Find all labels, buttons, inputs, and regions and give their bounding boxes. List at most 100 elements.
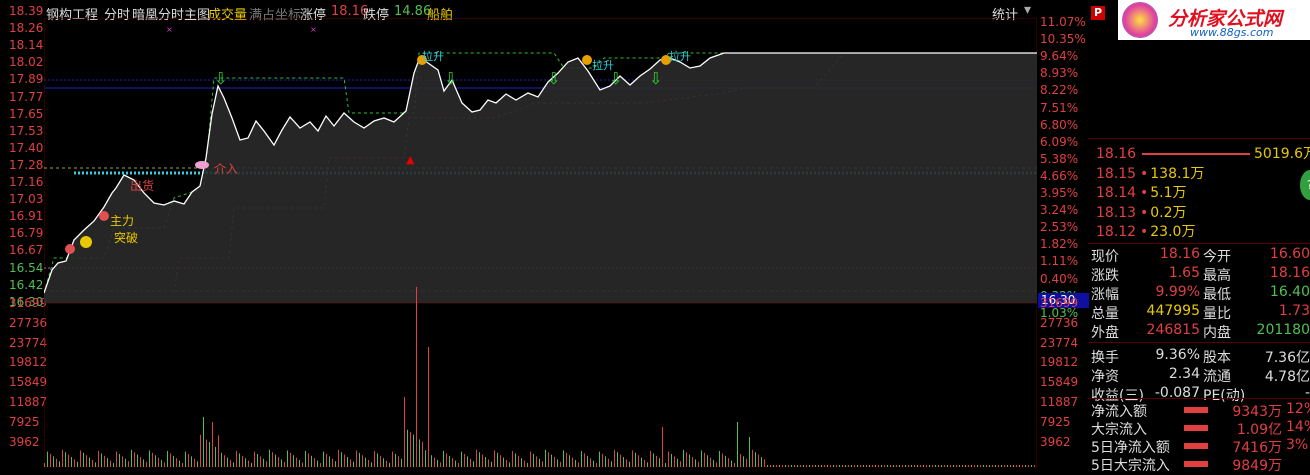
volume-bar [698,461,699,467]
pull-up-label: 拉升 [669,49,691,63]
low-value: 16.40 [1269,284,1310,300]
percent-tick: 10.35% [1040,32,1086,47]
volume-bar [557,459,558,467]
volume-bar [569,455,570,467]
change-label: 涨跌 [1091,268,1119,284]
volume-bar [362,455,363,467]
volume-bar [491,461,492,467]
volume-bar [224,455,225,467]
outer-label: 外盘 [1091,325,1119,341]
volume-bar [407,429,408,467]
volume-bar [470,458,471,467]
volume-tick-left: 3962 [9,434,40,449]
volume-bar [632,450,633,467]
volume-bar [113,463,114,467]
volume-bar [707,455,708,467]
order-price: 18.15 [1096,165,1137,182]
volume-bar [530,451,531,467]
volume-bar [488,459,489,467]
intraday-chart[interactable]: ⇩ ⇩ ⇩ ⇩ ⇩ ▲ 主力 突破 出货 介入 拉升 拉升 拉升 × × [44,18,1037,467]
order-volume-bar [1142,153,1250,155]
price-area [44,53,1037,303]
volume-bar [656,455,657,467]
outer-value: 246815 [1146,322,1200,338]
percent-tick: 2.53% [1040,220,1079,235]
change-value: 1.65 [1168,265,1200,281]
volume-bar [149,450,150,467]
volume-bar [683,449,684,467]
volume-bar [437,460,438,467]
quote-table: 现价 18.16 今开 16.60 涨跌 1.65 最高 18.16 涨幅 9.99% 最低 16.4… [1088,243,1310,404]
volume-bar [230,460,231,467]
price-tick: 16.67 [9,243,44,258]
turnover-label: 换手 [1091,350,1119,366]
order-book-row[interactable]: 18.15 • 138.1万 [1096,163,1204,183]
volume-bar [452,458,453,467]
volume-bar [734,463,735,467]
turnover-value: 9.36% [1155,347,1200,363]
volume-bar [332,458,333,467]
volume-bar [704,452,705,467]
flow-bar [1184,407,1208,413]
main-force-label: 主力 [110,214,134,228]
volume-bar [98,451,99,467]
volume-bar [281,459,282,467]
nav-value: 2.34 [1168,366,1200,382]
volume-bar [494,450,495,467]
volume-bar [101,453,102,467]
volume-bar [269,449,270,467]
volume-bar [278,457,279,467]
up-triangle-icon: ▲ [406,153,415,166]
p-icon[interactable]: P [1091,6,1105,20]
pct-value: 9.99% [1155,284,1200,300]
volume-bar [758,454,759,467]
volume-bar [56,458,57,467]
flow-pct: 3% [1286,437,1309,453]
volume-bar [545,449,546,467]
percent-tick: 5.38% [1040,151,1079,166]
volume-bar [641,457,642,467]
volume-bar [302,462,303,467]
volume-bar [182,463,183,467]
volume-bar [638,455,639,467]
flow-label: 净流入额 [1091,404,1147,420]
quote-divider [1088,342,1310,343]
inner-label: 内盘 [1203,325,1231,341]
price-tick: 16.79 [9,226,44,241]
volume-bar [686,452,687,467]
chevron-down-icon[interactable]: ▾ [1024,2,1031,18]
volume-bar [395,454,396,467]
volume-bar [503,457,504,467]
percent-tick: 0.40% [1040,271,1079,286]
volume-bar [701,450,702,467]
percent-tick: 3.24% [1040,203,1079,218]
volume-bar [167,451,168,467]
fund-flow-table: 净流入额 9343万12% 大宗流入 1.09亿14% 5日净流入额 7416万3% 5日大… [1088,398,1310,474]
order-book-row[interactable]: 18.14 • 5.1万 [1096,182,1187,202]
volume-bar [764,459,765,467]
order-book-row[interactable]: 18.12 • 23.0万 [1096,221,1195,241]
volume-bar [536,456,537,467]
volume-bar [596,463,597,467]
volume-bar [221,452,222,467]
order-book-row[interactable]: 18.13 • 0.2万 [1096,202,1187,222]
percent-tick: 1.82% [1040,237,1079,252]
order-dot-icon: • [1140,185,1149,201]
buy-arrow-icon: ⇩ [547,69,560,88]
volume-bar [428,347,429,467]
volume-bar [728,458,729,467]
volume-bar [416,287,417,467]
volume-bar [368,460,369,467]
volume-bar [104,455,105,467]
volume-bar [47,451,48,467]
volume-bar [551,454,552,467]
price-tick: 17.28 [9,157,44,172]
volume-bars [44,287,1035,467]
volume-bar [254,451,255,467]
volume-bar [653,453,654,467]
volume-bar [578,462,579,467]
volume-bar [743,456,744,467]
order-book-row[interactable]: 18.16 5019.6万 [1096,143,1310,163]
volume-bar [197,461,198,467]
volume-bar [515,453,516,467]
